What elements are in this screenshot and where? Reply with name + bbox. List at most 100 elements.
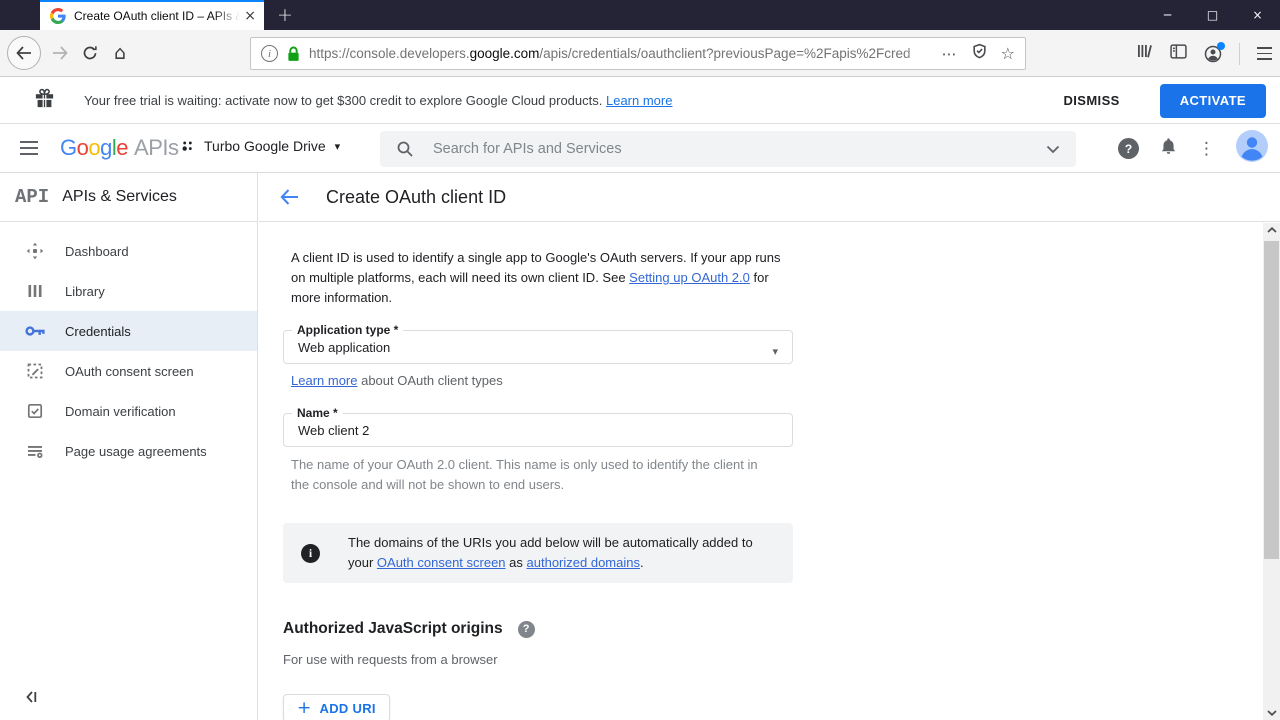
sidebar-header: API APIs & Services xyxy=(0,173,257,222)
new-tab-button[interactable]: + xyxy=(268,0,302,30)
trial-message-text: Your free trial is waiting: activate now… xyxy=(84,93,606,108)
setting-up-oauth-link[interactable]: Setting up OAuth 2.0 xyxy=(629,270,750,285)
add-uri-button[interactable]: + ADD URI xyxy=(283,694,390,720)
sidebar-item-label: OAuth consent screen xyxy=(65,364,194,379)
page-content: A client ID is used to identify a single… xyxy=(259,223,1263,720)
project-caret-icon: ▾ xyxy=(335,140,341,153)
collapse-chevron-icon xyxy=(24,690,38,704)
toolbar-right xyxy=(1136,37,1272,70)
sidebar-item-oauth-consent-screen[interactable]: OAuth consent screen xyxy=(0,351,257,391)
back-button[interactable] xyxy=(7,36,41,70)
sidebar-item-label: Page usage agreements xyxy=(65,444,207,459)
back-arrow-icon xyxy=(280,189,299,205)
firefox-account-icon[interactable] xyxy=(1204,45,1222,63)
intro-paragraph: A client ID is used to identify a single… xyxy=(291,248,796,308)
sidebar-collapse-button[interactable] xyxy=(24,690,38,704)
page-back-button[interactable] xyxy=(280,189,299,205)
page-title: Create OAuth client ID xyxy=(326,187,506,208)
forward-button[interactable] xyxy=(46,41,74,65)
application-type-label: Application type * xyxy=(292,323,403,337)
minimize-button[interactable]: ─ xyxy=(1145,0,1190,30)
sidebar-item-label: Dashboard xyxy=(65,244,129,259)
window-controls: ─ □ × xyxy=(1145,0,1280,30)
notifications-bell-icon[interactable] xyxy=(1160,137,1177,160)
sidebar-item-label: Domain verification xyxy=(65,404,176,419)
agreements-list-gear-icon xyxy=(24,442,46,460)
sidebar-item-domain-verification[interactable]: Domain verification xyxy=(0,391,257,431)
avatar[interactable] xyxy=(1236,130,1268,167)
consent-screen-icon xyxy=(24,362,46,380)
name-helper-text: The name of your OAuth 2.0 client. This … xyxy=(291,455,771,495)
origins-subtext: For use with requests from a browser xyxy=(283,652,1263,667)
header-actions: ? ⋮ xyxy=(1118,124,1268,173)
info-text: as xyxy=(506,555,527,570)
name-input[interactable] xyxy=(298,423,778,438)
scrollbar-thumb[interactable] xyxy=(1264,241,1279,559)
page-actions: ⋯ ☆ xyxy=(942,43,1015,64)
site-info-icon[interactable]: i xyxy=(261,45,278,62)
toolbar-separator xyxy=(1239,43,1240,65)
console-menu-icon[interactable] xyxy=(20,141,38,155)
application-type-select[interactable]: Application type * Web application ▾ xyxy=(283,330,793,364)
sidebar: API APIs & Services Dashboard Library xyxy=(0,173,258,720)
close-button[interactable]: × xyxy=(1235,0,1280,30)
library-columns-icon xyxy=(24,282,46,300)
key-icon xyxy=(24,325,46,337)
learn-more-oauth-link[interactable]: Learn more xyxy=(291,373,357,388)
sidebar-item-label: Library xyxy=(65,284,105,299)
scroll-up-icon[interactable] xyxy=(1263,227,1280,233)
search-input[interactable] xyxy=(433,141,1046,157)
page-header: Create OAuth client ID xyxy=(259,173,1280,222)
tab-close-icon[interactable]: × xyxy=(244,9,256,23)
oauth-consent-screen-link[interactable]: OAuth consent screen xyxy=(377,555,506,570)
origins-heading: Authorized JavaScript origins xyxy=(283,620,503,638)
project-selector-icon xyxy=(180,139,195,154)
sidebar-item-label: Credentials xyxy=(65,324,131,339)
library-icon[interactable] xyxy=(1136,43,1153,64)
reload-button[interactable] xyxy=(76,41,104,65)
vertical-scrollbar[interactable] xyxy=(1263,223,1280,720)
https-lock-icon[interactable] xyxy=(287,46,300,62)
search-bar[interactable] xyxy=(380,131,1076,167)
console-logo[interactable]: Google APIs xyxy=(60,135,178,161)
sidebar-item-dashboard[interactable]: Dashboard xyxy=(0,231,257,271)
sidebar-item-page-usage-agreements[interactable]: Page usage agreements xyxy=(0,431,257,471)
sidebar-item-library[interactable]: Library xyxy=(0,271,257,311)
google-favicon-icon xyxy=(50,8,66,24)
dismiss-button[interactable]: DISMISS xyxy=(1063,93,1119,108)
sidebar-item-credentials[interactable]: Credentials xyxy=(0,311,257,351)
trial-banner: Your free trial is waiting: activate now… xyxy=(0,78,1280,124)
trial-message: Your free trial is waiting: activate now… xyxy=(84,93,672,108)
plus-icon: + xyxy=(297,700,312,717)
pocket-shield-icon[interactable] xyxy=(972,43,987,64)
help-icon[interactable]: ? xyxy=(1118,138,1139,159)
activate-button[interactable]: ACTIVATE xyxy=(1160,84,1266,118)
url-prefix: https://console.developers. xyxy=(309,46,470,61)
tab-title: Create OAuth client ID – APIs & xyxy=(74,9,240,23)
browser-tab[interactable]: Create OAuth client ID – APIs & × xyxy=(40,0,264,30)
project-name: Turbo Google Drive xyxy=(204,138,326,154)
sidebars-icon[interactable] xyxy=(1170,44,1187,64)
address-bar[interactable]: i https://console.developers.google.com/… xyxy=(250,37,1026,70)
search-chevron-down-icon[interactable] xyxy=(1046,145,1060,154)
scroll-down-icon[interactable] xyxy=(1263,710,1280,716)
info-text: . xyxy=(640,555,644,570)
home-button[interactable]: ⌂ xyxy=(106,38,134,68)
name-field[interactable]: Name * xyxy=(283,413,793,447)
page-actions-icon[interactable]: ⋯ xyxy=(942,45,958,63)
maximize-button[interactable]: □ xyxy=(1190,0,1235,30)
origins-help-icon[interactable]: ? xyxy=(518,621,535,638)
authorized-domains-link[interactable]: authorized domains xyxy=(527,555,640,570)
sidebar-nav: Dashboard Library Credentials OAuth cons… xyxy=(0,222,257,471)
checkbox-icon xyxy=(24,402,46,420)
bookmark-star-icon[interactable]: ☆ xyxy=(1001,44,1015,63)
more-options-icon[interactable]: ⋮ xyxy=(1198,139,1215,159)
back-arrow-icon xyxy=(16,46,32,60)
menu-icon[interactable] xyxy=(1257,47,1272,59)
titlebar: Create OAuth client ID – APIs & × + ─ □ … xyxy=(0,0,1280,30)
forward-arrow-icon xyxy=(52,46,68,60)
learn-more-link[interactable]: Learn more xyxy=(606,93,672,108)
url-text[interactable]: https://console.developers.google.com/ap… xyxy=(309,46,934,61)
browser-window: Create OAuth client ID – APIs & × + ─ □ … xyxy=(0,0,1280,720)
project-selector[interactable]: Turbo Google Drive ▾ xyxy=(180,138,340,154)
